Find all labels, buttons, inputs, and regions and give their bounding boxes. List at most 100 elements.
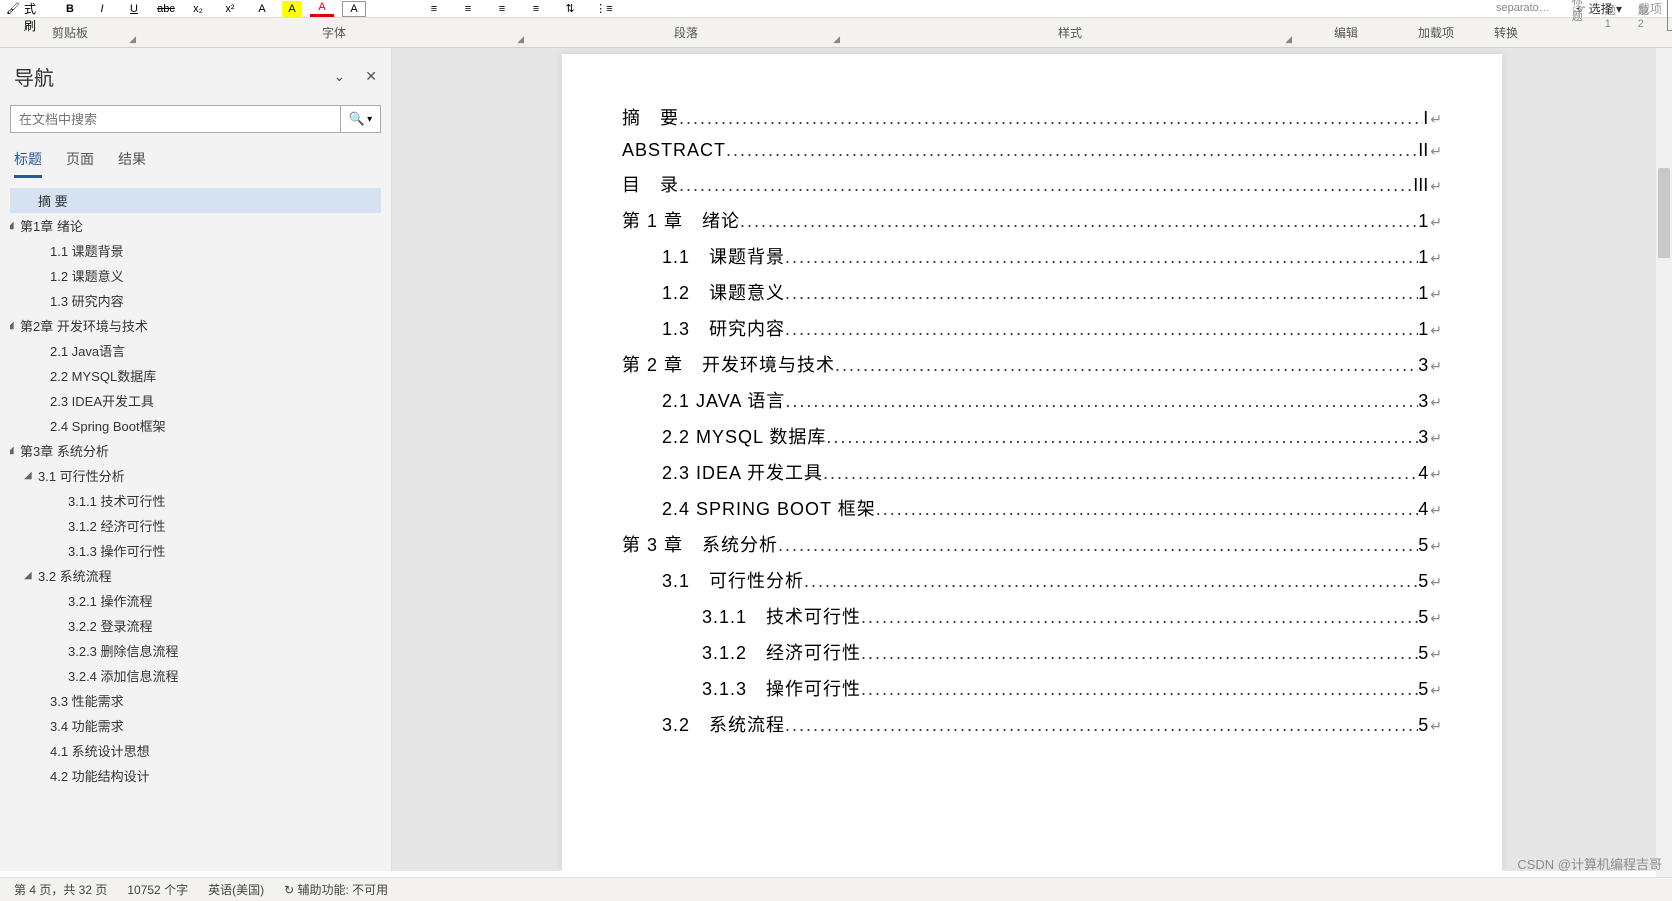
outline-item[interactable]: 1.1 课题背景 [10, 238, 381, 263]
toc-page-number: II [1418, 140, 1428, 161]
outline-item[interactable]: ◢第2章 开发环境与技术 [10, 313, 381, 338]
outline-item[interactable]: ◢3.2 系统流程 [10, 563, 381, 588]
toc-line[interactable]: 第 1 章 绪论 ...............................… [622, 207, 1442, 233]
font-launcher-icon[interactable]: ◢ [517, 34, 524, 45]
italic-button[interactable]: I [90, 1, 114, 17]
paragraph-launcher-icon[interactable]: ◢ [833, 34, 840, 45]
style-separator[interactable]: separato… [1492, 2, 1554, 14]
align-left-button[interactable]: ≡ [422, 1, 446, 17]
toc-line[interactable]: 目 录 ....................................… [622, 171, 1442, 197]
bullets-button[interactable]: ⋮≡ [592, 1, 616, 17]
search-input[interactable] [11, 106, 340, 132]
superscript-button[interactable]: x² [218, 1, 242, 17]
toc-line[interactable]: 3.1.3 操作可行性 ............................… [622, 675, 1442, 701]
outline-item[interactable]: 2.4 Spring Boot框架 [10, 413, 381, 438]
outline-item[interactable]: 2.3 IDEA开发工具 [10, 388, 381, 413]
document-area[interactable]: 摘 要 ....................................… [392, 48, 1672, 871]
toc-line[interactable]: 2.4 SPRING BOOT 框架 .....................… [622, 495, 1442, 521]
toc-page-number: 5 [1418, 571, 1428, 592]
chevron-down-icon[interactable]: ◢ [10, 445, 18, 456]
align-right-button[interactable]: ≡ [490, 1, 514, 17]
underline-button[interactable]: U [122, 1, 146, 17]
toc-line[interactable]: 3.1.2 经济可行性 ............................… [622, 639, 1442, 665]
status-accessibility[interactable]: ↻ 辅助功能: 不可用 [284, 881, 388, 898]
toc-line[interactable]: 1.1 课题背景 ...............................… [622, 243, 1442, 269]
toc-line[interactable]: 3.2 系统流程 ...............................… [622, 711, 1442, 737]
outline-item[interactable]: 3.1.2 经济可行性 [10, 513, 381, 538]
status-bar: 第 4 页，共 32 页 10752 个字 英语(美国) ↻ 辅助功能: 不可用 [0, 877, 1672, 901]
styles-launcher-icon[interactable]: ◢ [1285, 34, 1292, 45]
tab-headings[interactable]: 标题 [14, 149, 42, 178]
chevron-down-icon[interactable]: ◢ [10, 320, 18, 331]
toc-line[interactable]: 2.1 JAVA 语言 ............................… [622, 387, 1442, 413]
outline-item[interactable]: 3.1.3 操作可行性 [10, 538, 381, 563]
line-spacing-button[interactable]: ⇅ [558, 1, 582, 17]
outline-item-label: 3.2.4 添加信息流程 [68, 666, 179, 685]
outline-item[interactable]: 3.4 功能需求 [10, 713, 381, 738]
outline-item[interactable]: ◢第1章 绪论 [10, 213, 381, 238]
chevron-down-icon[interactable]: ◢ [24, 470, 36, 481]
scrollbar-vertical[interactable] [1656, 48, 1672, 877]
toc-line[interactable]: 1.3 研究内容 ...............................… [622, 315, 1442, 341]
toc-line[interactable]: 1.2 课题意义 ...............................… [622, 279, 1442, 305]
outline-item-label: 摘 要 [38, 191, 68, 210]
toc-page-number: 5 [1418, 535, 1428, 556]
collapse-icon[interactable]: ⌄ [334, 68, 346, 85]
scroll-thumb[interactable] [1658, 168, 1670, 258]
outline-item[interactable]: 3.3 性能需求 [10, 688, 381, 713]
highlight-button[interactable]: A [282, 1, 302, 17]
toc-leader: ........................................… [861, 679, 1418, 700]
outline-item[interactable]: ◢第3章 系统分析 [10, 438, 381, 463]
load-addin[interactable]: 载项 [1638, 0, 1662, 17]
status-language[interactable]: 英语(美国) [208, 881, 264, 898]
outline-item[interactable]: 3.2.2 登录流程 [10, 613, 381, 638]
outline-item[interactable]: 3.2.1 操作流程 [10, 588, 381, 613]
subscript-button[interactable]: x₂ [186, 1, 210, 17]
toc-line[interactable]: 第 3 章 系统分析 .............................… [622, 531, 1442, 557]
toc-line[interactable]: 第 2 章 开发环境与技术 ..........................… [622, 351, 1442, 377]
toc-line[interactable]: 2.3 IDEA 开发工具 ..........................… [622, 459, 1442, 485]
align-justify-button[interactable]: ≡ [524, 1, 548, 17]
toc-line[interactable]: 3.1.1 技术可行性 ............................… [622, 603, 1442, 629]
clipboard-launcher-icon[interactable]: ◢ [129, 34, 136, 45]
toc-title: 3.1.3 操作可行性 [702, 675, 861, 701]
strike-button[interactable]: abc [154, 1, 178, 17]
outline-item[interactable]: 2.2 MYSQL数据库 [10, 363, 381, 388]
chevron-down-icon[interactable]: ◢ [24, 570, 36, 581]
font-color-button[interactable]: A [310, 1, 334, 17]
outline-item-label: 3.1 可行性分析 [38, 466, 125, 485]
toc-line[interactable]: ABSTRACT ...............................… [622, 140, 1442, 161]
chevron-down-icon[interactable]: ◢ [10, 220, 18, 231]
align-center-button[interactable]: ≡ [456, 1, 480, 17]
toc-line[interactable]: 2.2 MYSQL 数据库 ..........................… [622, 423, 1442, 449]
paragraph-mark-icon: ↵ [1430, 466, 1442, 483]
outline-item[interactable]: 1.2 课题意义 [10, 263, 381, 288]
outline-item[interactable]: 2.1 Java语言 [10, 338, 381, 363]
status-words[interactable]: 10752 个字 [127, 881, 188, 898]
toc-title: 2.4 SPRING BOOT 框架 [662, 495, 876, 521]
select-button[interactable]: ☞ 选择 ▾ [1573, 0, 1622, 17]
outline-item[interactable]: 4.2 功能结构设计 [10, 763, 381, 788]
outline-item[interactable]: 4.1 系统设计思想 [10, 738, 381, 763]
style-heading3[interactable]: 标题 3 [1667, 0, 1672, 31]
status-page[interactable]: 第 4 页，共 32 页 [14, 881, 107, 898]
bold-button[interactable]: B [58, 1, 82, 17]
outline-item[interactable]: 3.2.3 删除信息流程 [10, 638, 381, 663]
toc-line[interactable]: 摘 要 ....................................… [622, 104, 1442, 130]
toc-line[interactable]: 3.1 可行性分析 ..............................… [622, 567, 1442, 593]
outline-item[interactable]: ◢3.1 可行性分析 [10, 463, 381, 488]
char-shading-button[interactable]: A [342, 1, 366, 17]
outline-item[interactable]: 3.1.1 技术可行性 [10, 488, 381, 513]
toc-leader: ........................................… [804, 571, 1418, 592]
toc-page-number: I [1423, 108, 1428, 129]
toc-leader: ........................................… [679, 108, 1423, 129]
outline-item[interactable]: 3.2.4 添加信息流程 [10, 663, 381, 688]
search-button[interactable]: 🔍▾ [340, 106, 380, 132]
close-icon[interactable]: ✕ [365, 68, 377, 85]
outline-item[interactable]: 1.3 研究内容 [10, 288, 381, 313]
toc-leader: ........................................… [785, 319, 1418, 340]
tab-results[interactable]: 结果 [118, 149, 146, 178]
tab-pages[interactable]: 页面 [66, 149, 94, 178]
outline-item[interactable]: 摘 要 [10, 188, 381, 213]
font-effect-button[interactable]: A [250, 1, 274, 17]
